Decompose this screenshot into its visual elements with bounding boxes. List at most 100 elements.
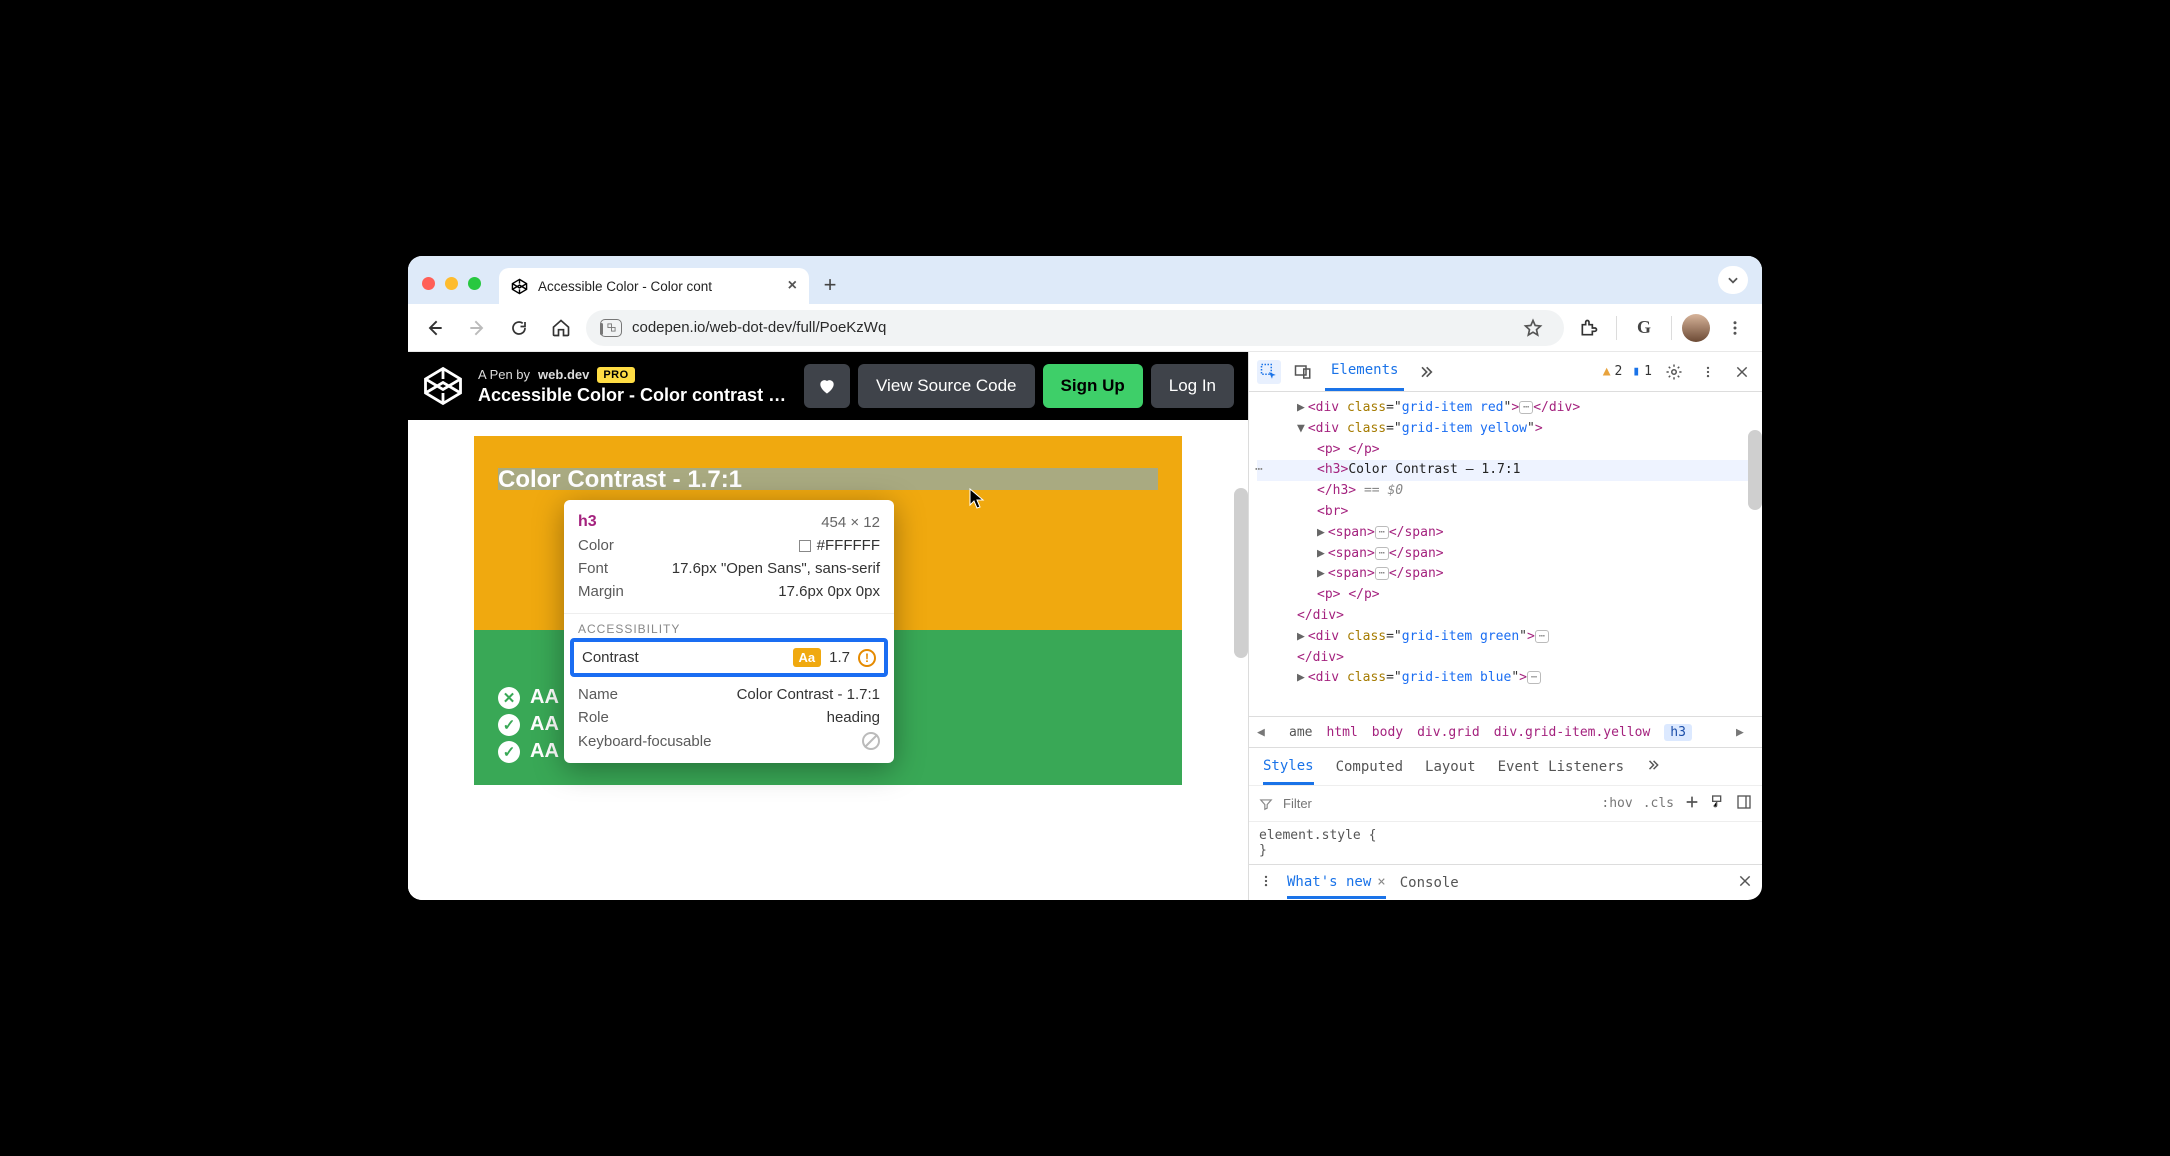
forward-button [460, 311, 494, 345]
profile-avatar[interactable] [1682, 314, 1710, 342]
close-drawer-button[interactable] [1738, 874, 1752, 892]
chevrons-right-icon [1646, 758, 1660, 772]
dom-line[interactable]: </h3> == $0 [1257, 481, 1754, 502]
devices-icon [1294, 363, 1312, 381]
more-styles-tabs[interactable] [1646, 758, 1660, 776]
styles-tabs: Styles Computed Layout Event Listeners [1249, 748, 1762, 786]
divider [1671, 316, 1672, 340]
plus-icon [1684, 794, 1700, 810]
element-style-open: element.style { [1259, 828, 1752, 843]
login-button[interactable]: Log In [1151, 364, 1234, 408]
puzzle-icon [1579, 318, 1599, 338]
contrast-value: 1.7 [829, 649, 850, 666]
devtools: Elements ▲2 ▮1 ▶<div class="grid-item re… [1248, 352, 1762, 900]
filter-input[interactable] [1283, 796, 1591, 811]
dom-line[interactable]: ▶<span>⋯</span> [1257, 523, 1754, 544]
tab-events[interactable]: Event Listeners [1498, 759, 1624, 775]
minimize-icon[interactable] [445, 277, 458, 290]
dom-line[interactable]: ▶<div class="grid-item blue">⋯ [1257, 668, 1754, 689]
bookmark-button[interactable] [1516, 311, 1550, 345]
titlebar: Accessible Color - Color cont × + [408, 256, 1762, 304]
tab-close-icon[interactable]: × [788, 277, 797, 295]
dom-line[interactable]: ▶<div class="grid-item green">⋯ [1257, 627, 1754, 648]
crumb-left-icon[interactable]: ◀ [1257, 725, 1275, 740]
love-button[interactable] [804, 364, 850, 408]
dom-line[interactable]: </div> [1257, 648, 1754, 669]
more-tabs-button[interactable] [1414, 360, 1438, 384]
home-icon [551, 318, 571, 338]
color-value: #FFFFFF [799, 537, 880, 554]
browser-tab[interactable]: Accessible Color - Color cont × [499, 268, 809, 304]
dom-line[interactable]: <p> </p> [1257, 585, 1754, 606]
breadcrumb[interactable]: ◀ ame html body div.grid div.grid-item.y… [1249, 716, 1762, 748]
tab-styles[interactable]: Styles [1263, 758, 1314, 785]
grid-item-yellow[interactable]: Color Contrast - 1.7:1 h3454 × 12 Color#… [474, 436, 1182, 630]
arrow-left-icon [425, 318, 445, 338]
chrome-menu-button[interactable] [1718, 311, 1752, 345]
google-search-button[interactable]: G [1627, 311, 1661, 345]
drawer-menu[interactable] [1259, 874, 1273, 892]
divider [1616, 316, 1617, 340]
margin-label: Margin [578, 583, 624, 600]
settings-button[interactable] [1662, 360, 1686, 384]
home-button[interactable] [544, 311, 578, 345]
layout-button[interactable] [1736, 794, 1752, 814]
traffic-lights [422, 277, 499, 304]
inspect-tag: h3 [578, 513, 597, 531]
close-icon[interactable] [422, 277, 435, 290]
codepen-meta: A Pen by web.dev PRO Accessible Color - … [478, 367, 786, 406]
by-prefix: A Pen by [478, 367, 530, 382]
zoom-icon[interactable] [468, 277, 481, 290]
url-text: codepen.io/web-dot-dev/full/PoeKzWq [632, 319, 886, 336]
site-info-icon[interactable] [600, 319, 622, 337]
hov-toggle[interactable]: :hov [1601, 796, 1632, 811]
tab-computed[interactable]: Computed [1336, 759, 1403, 775]
close-devtools-button[interactable] [1730, 360, 1754, 384]
view-source-button[interactable]: View Source Code [858, 364, 1035, 408]
new-style-button[interactable] [1684, 794, 1700, 814]
close-icon [1735, 365, 1749, 379]
dom-line[interactable]: </div> [1257, 606, 1754, 627]
styles-body[interactable]: element.style { } [1249, 822, 1762, 864]
dom-selected-line[interactable]: <h3>Color Contrast – 1.7:1 [1257, 460, 1754, 481]
yellow-heading: Color Contrast - 1.7:1 [498, 466, 742, 494]
tab-elements[interactable]: Elements [1325, 352, 1404, 391]
reload-button[interactable] [502, 311, 536, 345]
back-button[interactable] [418, 311, 452, 345]
dom-line[interactable]: <br> [1257, 502, 1754, 523]
scrollbar[interactable] [1234, 488, 1248, 658]
cls-toggle[interactable]: .cls [1643, 796, 1674, 811]
pass-icon: ✓ [498, 741, 520, 763]
device-toolbar-button[interactable] [1291, 360, 1315, 384]
tab-whatsnew[interactable]: What's new× [1287, 874, 1386, 899]
new-tab-button[interactable]: + [815, 270, 845, 300]
tab-title: Accessible Color - Color cont [538, 279, 772, 294]
info-badge[interactable]: ▮1 [1632, 364, 1652, 379]
inspect-element-button[interactable] [1257, 360, 1281, 384]
chevron-down-icon [1726, 273, 1740, 287]
dom-line[interactable]: <p> </p> [1257, 440, 1754, 461]
fail-icon: ✕ [498, 687, 520, 709]
dom-line[interactable]: ▶<span>⋯</span> [1257, 564, 1754, 585]
tab-console[interactable]: Console [1400, 875, 1459, 891]
warnings-badge[interactable]: ▲2 [1603, 364, 1623, 379]
dom-line[interactable]: ▶<span>⋯</span> [1257, 544, 1754, 565]
pen-body: Color Contrast - 1.7:1 h3454 × 12 Color#… [408, 420, 1248, 900]
dom-line[interactable]: ▼<div class="grid-item yellow"> [1257, 419, 1754, 440]
address-bar[interactable]: codepen.io/web-dot-dev/full/PoeKzWq [586, 310, 1564, 346]
signup-button[interactable]: Sign Up [1043, 364, 1143, 408]
paint-button[interactable] [1710, 794, 1726, 814]
author-link[interactable]: web.dev [538, 367, 589, 382]
dom-line[interactable]: ▶<div class="grid-item red">⋯</div> [1257, 398, 1754, 419]
devtools-scrollbar[interactable] [1748, 430, 1762, 510]
crumb-right-icon[interactable]: ▶ [1736, 725, 1754, 740]
extensions-button[interactable] [1572, 311, 1606, 345]
tab-overview-button[interactable] [1718, 266, 1748, 294]
inspect-icon [1260, 363, 1278, 381]
element-style-close: } [1259, 843, 1752, 858]
not-focusable-icon [862, 732, 880, 750]
tab-layout[interactable]: Layout [1425, 759, 1476, 775]
devtools-menu-button[interactable] [1696, 360, 1720, 384]
font-label: Font [578, 560, 608, 577]
dom-tree[interactable]: ▶<div class="grid-item red">⋯</div> ▼<di… [1249, 392, 1762, 716]
